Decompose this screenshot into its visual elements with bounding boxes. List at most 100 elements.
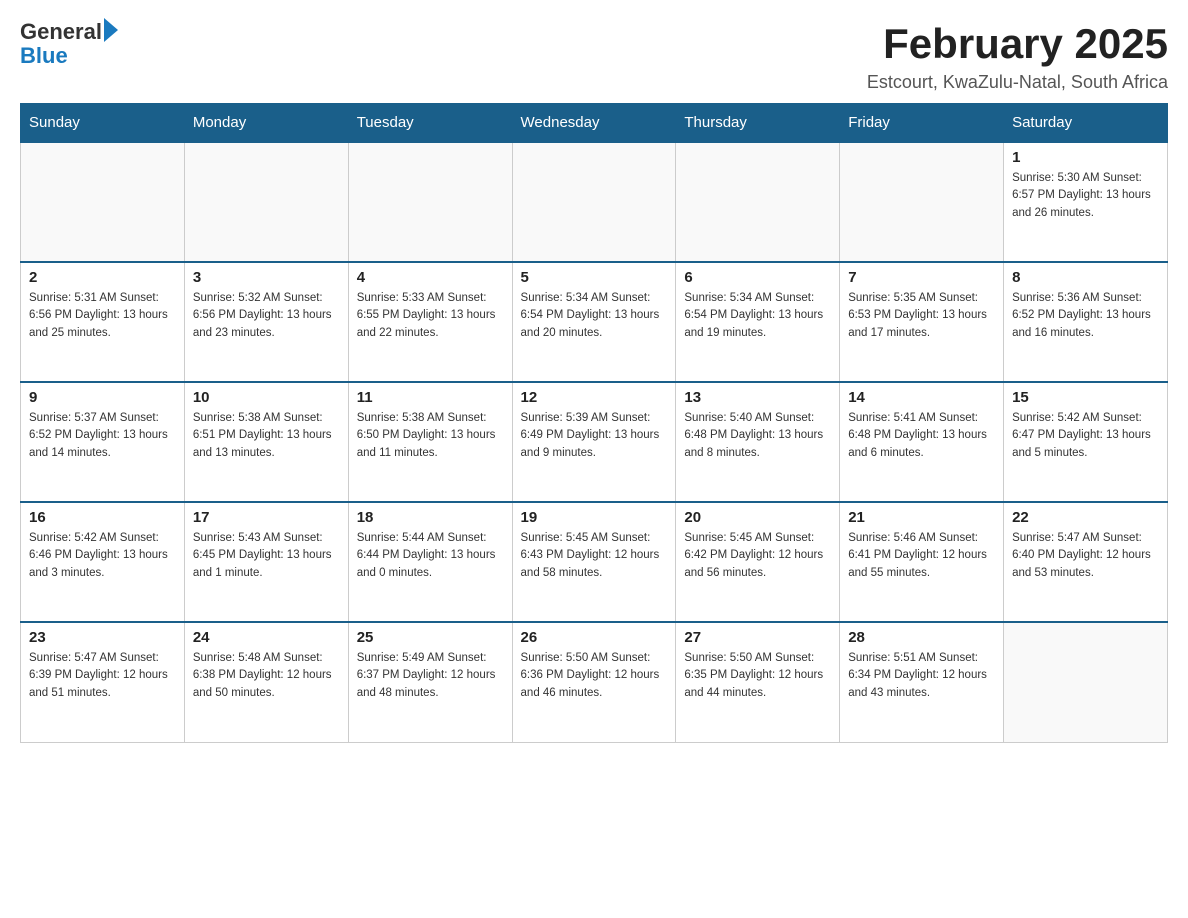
day-number: 20 [684,509,831,526]
calendar-week-4: 16 Sunrise: 5:42 AM Sunset: 6:46 PM Dayli… [21,502,1168,622]
logo-arrow-icon [104,18,118,42]
calendar-cell-w3-d0: 9 Sunrise: 5:37 AM Sunset: 6:52 PM Daylig… [21,382,185,502]
day-number: 14 [848,389,995,406]
calendar-cell-w4-d2: 18 Sunrise: 5:44 AM Sunset: 6:44 PM Dayli… [348,502,512,622]
month-title: February 2025 [867,20,1168,68]
day-info: Sunrise: 5:42 AM Sunset: 6:47 PM Dayligh… [1012,410,1159,462]
day-info: Sunrise: 5:38 AM Sunset: 6:51 PM Dayligh… [193,410,340,462]
calendar-cell-w1-d6: 1 Sunrise: 5:30 AM Sunset: 6:57 PM Daylig… [1004,142,1168,262]
calendar-cell-w1-d5 [840,142,1004,262]
header-saturday: Saturday [1004,104,1168,143]
calendar-cell-w3-d3: 12 Sunrise: 5:39 AM Sunset: 6:49 PM Dayli… [512,382,676,502]
day-info: Sunrise: 5:41 AM Sunset: 6:48 PM Dayligh… [848,410,995,462]
day-info: Sunrise: 5:38 AM Sunset: 6:50 PM Dayligh… [357,410,504,462]
calendar-table: Sunday Monday Tuesday Wednesday Thursday… [20,103,1168,743]
day-number: 25 [357,629,504,646]
logo-blue-text: Blue [20,44,118,68]
day-info: Sunrise: 5:34 AM Sunset: 6:54 PM Dayligh… [684,290,831,342]
day-number: 12 [521,389,668,406]
day-info: Sunrise: 5:31 AM Sunset: 6:56 PM Dayligh… [29,290,176,342]
day-number: 13 [684,389,831,406]
calendar-header-row: Sunday Monday Tuesday Wednesday Thursday… [21,104,1168,143]
calendar-cell-w2-d4: 6 Sunrise: 5:34 AM Sunset: 6:54 PM Daylig… [676,262,840,382]
calendar-cell-w3-d1: 10 Sunrise: 5:38 AM Sunset: 6:51 PM Dayli… [184,382,348,502]
day-info: Sunrise: 5:44 AM Sunset: 6:44 PM Dayligh… [357,530,504,582]
calendar-cell-w2-d5: 7 Sunrise: 5:35 AM Sunset: 6:53 PM Daylig… [840,262,1004,382]
day-info: Sunrise: 5:35 AM Sunset: 6:53 PM Dayligh… [848,290,995,342]
day-number: 7 [848,269,995,286]
day-number: 19 [521,509,668,526]
day-number: 24 [193,629,340,646]
day-number: 8 [1012,269,1159,286]
logo: General Blue [20,20,118,68]
calendar-week-5: 23 Sunrise: 5:47 AM Sunset: 6:39 PM Dayli… [21,622,1168,742]
title-section: February 2025 Estcourt, KwaZulu-Natal, S… [867,20,1168,93]
calendar-cell-w2-d0: 2 Sunrise: 5:31 AM Sunset: 6:56 PM Daylig… [21,262,185,382]
calendar-cell-w5-d3: 26Sunrise: 5:50 AM Sunset: 6:36 PM Dayli… [512,622,676,742]
day-number: 10 [193,389,340,406]
calendar-cell-w5-d2: 25 Sunrise: 5:49 AM Sunset: 6:37 PM Dayli… [348,622,512,742]
day-info: Sunrise: 5:42 AM Sunset: 6:46 PM Dayligh… [29,530,176,582]
logo-general-text: General [20,20,102,44]
day-info: Sunrise: 5:51 AM Sunset: 6:34 PM Dayligh… [848,650,995,702]
day-number: 9 [29,389,176,406]
day-info: Sunrise: 5:50 AM Sunset: 6:36 PM Dayligh… [521,650,668,702]
day-number: 21 [848,509,995,526]
calendar-cell-w2-d6: 8 Sunrise: 5:36 AM Sunset: 6:52 PM Daylig… [1004,262,1168,382]
day-number: 4 [357,269,504,286]
location-text: Estcourt, KwaZulu-Natal, South Africa [867,72,1168,93]
day-info: Sunrise: 5:48 AM Sunset: 6:38 PM Dayligh… [193,650,340,702]
calendar-cell-w3-d2: 11Sunrise: 5:38 AM Sunset: 6:50 PM Dayli… [348,382,512,502]
calendar-cell-w5-d5: 28 Sunrise: 5:51 AM Sunset: 6:34 PM Dayli… [840,622,1004,742]
header-sunday: Sunday [21,104,185,143]
header-tuesday: Tuesday [348,104,512,143]
day-number: 6 [684,269,831,286]
day-info: Sunrise: 5:47 AM Sunset: 6:40 PM Dayligh… [1012,530,1159,582]
day-info: Sunrise: 5:36 AM Sunset: 6:52 PM Dayligh… [1012,290,1159,342]
day-info: Sunrise: 5:37 AM Sunset: 6:52 PM Dayligh… [29,410,176,462]
calendar-cell-w3-d5: 14 Sunrise: 5:41 AM Sunset: 6:48 PM Dayli… [840,382,1004,502]
header-friday: Friday [840,104,1004,143]
day-info: Sunrise: 5:39 AM Sunset: 6:49 PM Dayligh… [521,410,668,462]
page-header: General Blue February 2025 Estcourt, Kwa… [20,20,1168,93]
calendar-cell-w5-d0: 23 Sunrise: 5:47 AM Sunset: 6:39 PM Dayli… [21,622,185,742]
header-thursday: Thursday [676,104,840,143]
day-info: Sunrise: 5:47 AM Sunset: 6:39 PM Dayligh… [29,650,176,702]
day-info: Sunrise: 5:33 AM Sunset: 6:55 PM Dayligh… [357,290,504,342]
calendar-cell-w2-d1: 3 Sunrise: 5:32 AM Sunset: 6:56 PM Daylig… [184,262,348,382]
calendar-week-3: 9 Sunrise: 5:37 AM Sunset: 6:52 PM Daylig… [21,382,1168,502]
day-number: 3 [193,269,340,286]
calendar-cell-w3-d4: 13Sunrise: 5:40 AM Sunset: 6:48 PM Dayli… [676,382,840,502]
day-number: 16 [29,509,176,526]
day-number: 23 [29,629,176,646]
calendar-cell-w4-d0: 16 Sunrise: 5:42 AM Sunset: 6:46 PM Dayli… [21,502,185,622]
day-info: Sunrise: 5:45 AM Sunset: 6:43 PM Dayligh… [521,530,668,582]
header-wednesday: Wednesday [512,104,676,143]
day-info: Sunrise: 5:43 AM Sunset: 6:45 PM Dayligh… [193,530,340,582]
calendar-cell-w4-d4: 20 Sunrise: 5:45 AM Sunset: 6:42 PM Dayli… [676,502,840,622]
calendar-cell-w4-d1: 17 Sunrise: 5:43 AM Sunset: 6:45 PM Dayli… [184,502,348,622]
calendar-cell-w1-d0 [21,142,185,262]
calendar-cell-w2-d3: 5Sunrise: 5:34 AM Sunset: 6:54 PM Daylig… [512,262,676,382]
day-info: Sunrise: 5:32 AM Sunset: 6:56 PM Dayligh… [193,290,340,342]
calendar-cell-w2-d2: 4 Sunrise: 5:33 AM Sunset: 6:55 PM Daylig… [348,262,512,382]
calendar-cell-w1-d1 [184,142,348,262]
day-info: Sunrise: 5:49 AM Sunset: 6:37 PM Dayligh… [357,650,504,702]
day-number: 18 [357,509,504,526]
calendar-cell-w4-d5: 21 Sunrise: 5:46 AM Sunset: 6:41 PM Dayli… [840,502,1004,622]
calendar-cell-w1-d2 [348,142,512,262]
day-number: 28 [848,629,995,646]
day-number: 1 [1012,149,1159,166]
calendar-cell-w1-d3 [512,142,676,262]
day-info: Sunrise: 5:45 AM Sunset: 6:42 PM Dayligh… [684,530,831,582]
day-number: 17 [193,509,340,526]
day-number: 2 [29,269,176,286]
day-info: Sunrise: 5:30 AM Sunset: 6:57 PM Dayligh… [1012,170,1159,222]
calendar-cell-w3-d6: 15Sunrise: 5:42 AM Sunset: 6:47 PM Dayli… [1004,382,1168,502]
calendar-cell-w5-d6 [1004,622,1168,742]
day-number: 22 [1012,509,1159,526]
day-info: Sunrise: 5:46 AM Sunset: 6:41 PM Dayligh… [848,530,995,582]
calendar-week-1: 1 Sunrise: 5:30 AM Sunset: 6:57 PM Daylig… [21,142,1168,262]
calendar-cell-w1-d4 [676,142,840,262]
calendar-cell-w5-d1: 24 Sunrise: 5:48 AM Sunset: 6:38 PM Dayli… [184,622,348,742]
